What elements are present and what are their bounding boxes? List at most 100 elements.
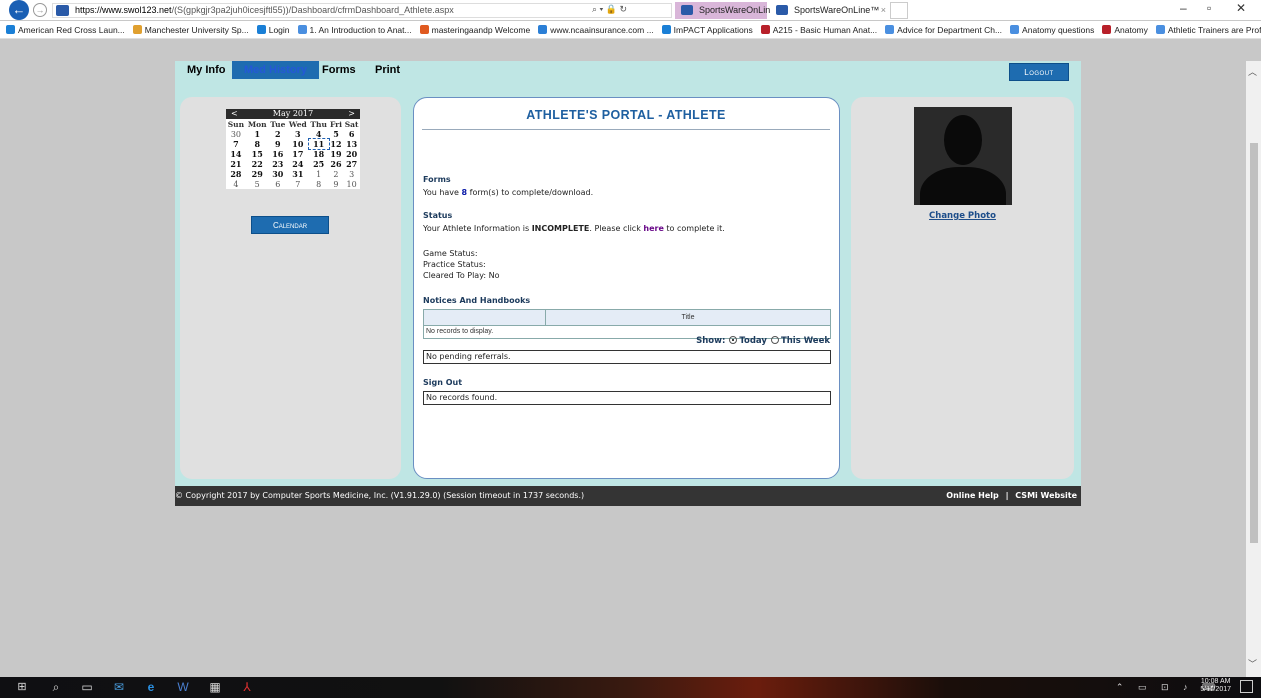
calendar-day[interactable]: 14 bbox=[226, 149, 246, 159]
maximize-icon[interactable]: ▫ bbox=[1207, 1, 1211, 15]
close-window-icon[interactable]: ✕ bbox=[1236, 1, 1246, 15]
favorite-link[interactable]: Manchester University Sp... bbox=[127, 21, 249, 38]
calendar-day-other-month[interactable]: 9 bbox=[329, 179, 344, 189]
calendar-day[interactable]: 28 bbox=[226, 169, 246, 179]
calendar-day[interactable]: 26 bbox=[329, 159, 344, 169]
new-tab-button[interactable] bbox=[890, 2, 908, 19]
calendar-day[interactable]: 21 bbox=[226, 159, 246, 169]
address-actions[interactable]: ⌕ ▾ 🔒 ↻ bbox=[592, 3, 627, 16]
calendar-day[interactable]: 29 bbox=[246, 169, 269, 179]
taskbar-clock[interactable]: 10:08 AM 5/11/2017 bbox=[1200, 678, 1231, 694]
scroll-thumb[interactable] bbox=[1250, 143, 1258, 543]
nav-my-info[interactable]: My Info bbox=[175, 61, 238, 79]
calendar-day-other-month[interactable]: 1 bbox=[309, 169, 329, 179]
favorite-icon bbox=[885, 25, 895, 34]
calendar-day[interactable]: 2 bbox=[269, 129, 287, 139]
favorite-link[interactable]: Advice for Department Ch... bbox=[879, 21, 1002, 38]
favorite-link[interactable]: www.ncaainsurance.com ... bbox=[532, 21, 654, 38]
grid-header-title[interactable]: Title bbox=[546, 310, 830, 325]
this-week-radio[interactable] bbox=[770, 336, 779, 344]
browser-tab-active[interactable]: SportsWareOnLine™ × bbox=[770, 2, 910, 19]
calendar-day[interactable]: 7 bbox=[226, 139, 246, 149]
nav-print[interactable]: Print bbox=[363, 61, 412, 79]
calendar-day[interactable]: 20 bbox=[343, 149, 360, 159]
calendar-day[interactable]: 4 bbox=[309, 129, 329, 139]
calendar-day-other-month[interactable]: 7 bbox=[287, 179, 309, 189]
favorite-label: 1. An Introduction to Anat... bbox=[309, 25, 412, 35]
calendar-day[interactable]: 3 bbox=[287, 129, 309, 139]
word-icon[interactable]: W bbox=[172, 679, 194, 696]
nav-forms[interactable]: Forms bbox=[310, 61, 368, 79]
calendar-day[interactable]: 27 bbox=[343, 159, 360, 169]
this-week-label[interactable]: This Week bbox=[781, 336, 830, 346]
calendar-day[interactable]: 23 bbox=[269, 159, 287, 169]
windows-start-icon[interactable]: ⊞ bbox=[11, 679, 33, 696]
calendar-day[interactable]: 16 bbox=[269, 149, 287, 159]
favorite-link[interactable]: American Red Cross Laun... bbox=[0, 21, 125, 38]
notifications-icon[interactable] bbox=[1240, 680, 1253, 693]
calendar-day[interactable]: 5 bbox=[329, 129, 344, 139]
online-help-link[interactable]: Online Help bbox=[946, 491, 998, 500]
calendar-day-other-month[interactable]: 30 bbox=[226, 129, 246, 139]
calendar-day-other-month[interactable]: 6 bbox=[269, 179, 287, 189]
calendar-day[interactable]: 12 bbox=[329, 139, 344, 149]
forward-arrow-icon[interactable]: → bbox=[33, 3, 47, 17]
nav-med-history[interactable]: Med History bbox=[232, 61, 319, 79]
internet-explorer-icon[interactable]: e bbox=[140, 679, 162, 696]
browser-tab[interactable]: SportsWareOnLine™ bbox=[675, 2, 784, 19]
scroll-up-icon[interactable]: ︿ bbox=[1248, 65, 1257, 78]
calendar-day-other-month[interactable]: 4 bbox=[226, 179, 246, 189]
complete-info-link[interactable]: here bbox=[643, 224, 664, 233]
back-arrow-icon[interactable]: ← bbox=[9, 0, 29, 20]
favorite-link[interactable]: A215 - Basic Human Anat... bbox=[755, 21, 877, 38]
scroll-down-icon[interactable]: ﹀ bbox=[1248, 657, 1257, 670]
favorite-link[interactable]: Athletic Trainers are Profe... bbox=[1150, 21, 1261, 38]
csmi-website-link[interactable]: CSMi Website bbox=[1015, 491, 1077, 500]
calendar-day[interactable]: 15 bbox=[246, 149, 269, 159]
calendar-day-other-month[interactable]: 5 bbox=[246, 179, 269, 189]
change-photo-link[interactable]: Change Photo bbox=[851, 211, 1074, 221]
prev-month-button[interactable]: < bbox=[231, 109, 238, 119]
calendar-day-other-month[interactable]: 2 bbox=[329, 169, 344, 179]
calendar-day[interactable]: 8 bbox=[246, 139, 269, 149]
favorite-label: masteringaandp Welcome bbox=[431, 25, 531, 35]
tab-close-icon[interactable]: × bbox=[881, 2, 886, 19]
today-label[interactable]: Today bbox=[739, 336, 767, 346]
calendar-day[interactable]: 9 bbox=[269, 139, 287, 149]
favorite-link[interactable]: Anatomy questions bbox=[1004, 21, 1094, 38]
minimize-icon[interactable]: – bbox=[1180, 1, 1187, 15]
acrobat-icon[interactable]: ⅄ bbox=[236, 679, 258, 696]
calendar-day[interactable]: 1 bbox=[246, 129, 269, 139]
calendar-day-other-month[interactable]: 8 bbox=[309, 179, 329, 189]
calendar-day[interactable]: 25 bbox=[309, 159, 329, 169]
calendar-day[interactable]: 18 bbox=[309, 149, 329, 159]
calendar-day[interactable]: 6 bbox=[343, 129, 360, 139]
outlook-icon[interactable]: ✉ bbox=[108, 679, 130, 696]
calendar-button[interactable]: Calendar bbox=[251, 216, 329, 234]
today-radio[interactable] bbox=[729, 336, 738, 344]
calendar-day-other-month[interactable]: 10 bbox=[343, 179, 360, 189]
calendar-day[interactable]: 30 bbox=[269, 169, 287, 179]
favorite-link[interactable]: ImPACT Applications bbox=[656, 21, 753, 38]
calendar-day[interactable]: 11 bbox=[307, 138, 330, 150]
task-view-icon[interactable]: ▭ bbox=[76, 679, 98, 696]
favorite-link[interactable]: 1. An Introduction to Anat... bbox=[292, 21, 412, 38]
page-scrollbar[interactable]: ︿ ﹀ bbox=[1246, 61, 1261, 677]
favorite-link[interactable]: masteringaandp Welcome bbox=[414, 21, 531, 38]
calendar-day-other-month[interactable]: 3 bbox=[343, 169, 360, 179]
forms-count-link[interactable]: 8 bbox=[462, 188, 468, 197]
search-icon[interactable]: ⌕ bbox=[45, 679, 67, 696]
address-bar[interactable]: https://www.swol123.net/(S(gpkgjr3pa2juh… bbox=[52, 3, 672, 18]
calendar-day[interactable]: 19 bbox=[329, 149, 344, 159]
calendar-day[interactable]: 17 bbox=[287, 149, 309, 159]
calendar-day[interactable]: 13 bbox=[343, 139, 360, 149]
favorite-link[interactable]: Anatomy bbox=[1096, 21, 1148, 38]
calculator-icon[interactable]: ▦ bbox=[204, 679, 226, 696]
next-month-button[interactable]: > bbox=[348, 109, 355, 119]
favorite-link[interactable]: Login bbox=[251, 21, 290, 38]
logout-button[interactable]: Logout bbox=[1009, 63, 1069, 81]
calendar-day[interactable]: 10 bbox=[287, 139, 309, 149]
calendar-day[interactable]: 24 bbox=[287, 159, 309, 169]
calendar-day[interactable]: 31 bbox=[287, 169, 309, 179]
calendar-day[interactable]: 22 bbox=[246, 159, 269, 169]
